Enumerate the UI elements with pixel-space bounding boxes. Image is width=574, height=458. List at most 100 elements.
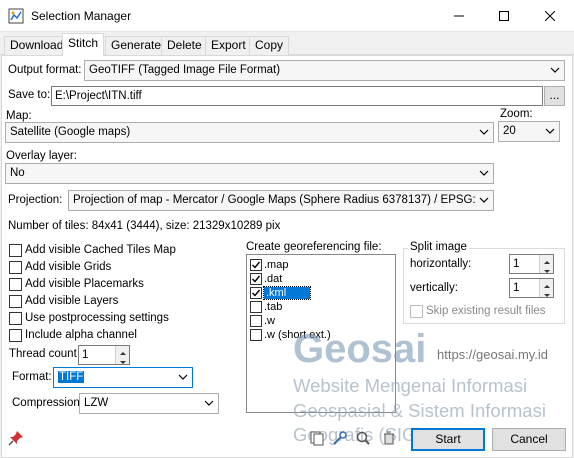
format-select[interactable]: TIFF [53,367,193,388]
maximize-button[interactable] [482,0,526,32]
georef-item-label: .w [264,314,275,327]
title-bar: Selection Manager [0,0,574,32]
zoom-select[interactable]: 20 [498,121,560,142]
browse-button[interactable]: ... [544,86,565,106]
chevron-down-icon [479,197,489,203]
close-button[interactable] [528,0,572,32]
option-label: Include alpha channel [25,329,137,341]
checkbox[interactable] [9,294,22,308]
thread-count-value: 1 [82,349,89,361]
projection-select[interactable]: Projection of map - Mercator / Google Ma… [68,190,494,211]
tab-copy[interactable]: Copy [249,36,290,55]
horizontally-stepper[interactable]: 1 [509,254,554,274]
format-label: Format: [12,371,52,383]
minimize-button[interactable] [437,0,481,32]
map-value: Satellite (Google maps) [10,126,131,138]
checkbox[interactable] [9,311,22,325]
option-grids[interactable]: Add visible Grids [9,259,111,275]
checkbox [410,304,423,318]
option-layers[interactable]: Add visible Layers [9,293,118,309]
projection-label: Projection: [8,194,63,206]
tab-generate[interactable]: Generate [105,36,168,55]
spin-down-button[interactable] [539,264,553,273]
overlay-value: No [10,167,25,179]
trash-icon[interactable] [381,430,397,446]
checkbox[interactable] [9,260,22,274]
georef-item-label: .dat [264,272,283,285]
tiles-info: Number of tiles: 84x41 (3444), size: 213… [8,220,281,232]
georef-item-label: .kml [262,285,312,300]
maximize-icon [499,11,509,21]
tab-stitch[interactable]: Stitch [62,33,105,56]
georef-item-tab[interactable]: .tab [250,300,282,313]
checkbox[interactable] [9,328,22,342]
option-label: Add visible Grids [25,261,112,273]
overlay-label: Overlay layer: [6,150,77,162]
georef-item-dat[interactable]: .dat [250,272,282,285]
spin-up-button[interactable] [115,346,129,355]
overlay-select[interactable]: No [5,163,494,184]
triangle-down-icon [544,294,550,297]
copy-icon[interactable] [309,430,325,446]
checked-checkbox-icon[interactable] [250,272,262,285]
checkbox-icon[interactable] [250,314,262,327]
checkbox-icon[interactable] [250,300,262,313]
spin-up-button[interactable] [539,255,553,264]
output-format-value: GeoTIFF (Tagged Image File Format) [89,64,281,76]
triangle-down-icon [120,361,126,364]
chevron-down-icon [178,374,188,380]
georef-item-label: .tab [264,300,283,313]
compression-value: LZW [84,397,109,409]
minimize-icon [454,15,464,17]
output-format-select[interactable]: GeoTIFF (Tagged Image File Format) [84,60,565,81]
chevron-down-icon [479,129,489,135]
map-select[interactable]: Satellite (Google maps) [5,122,494,143]
pin-icon[interactable] [8,430,24,446]
tab-delete[interactable]: Delete [161,36,208,55]
compression-select[interactable]: LZW [79,393,219,414]
triangle-down-icon [544,270,550,273]
zoom-icon[interactable] [355,430,371,446]
georef-item-w[interactable]: .w [250,314,275,327]
tools-icon[interactable] [332,430,348,446]
watermark-brand: Geosai [293,327,427,371]
option-label: Add visible Placemarks [25,278,144,290]
compression-label: Compression: [12,397,83,409]
tab-download[interactable]: Download [4,36,70,55]
window-title: Selection Manager [31,9,132,23]
vertically-value: 1 [513,282,520,294]
chevron-down-icon [550,67,560,73]
checkbox-icon[interactable] [250,328,262,341]
skip-existing-label: Skip existing result files [426,305,546,317]
save-to-input[interactable]: E:\Project\ITN.tiff [51,86,543,106]
option-postprocessing[interactable]: Use postprocessing settings [9,310,169,326]
format-value: TIFF [58,371,85,383]
checkbox[interactable] [9,243,22,257]
checked-checkbox-icon[interactable] [250,258,262,271]
spin-down-button[interactable] [539,288,553,297]
checked-checkbox-icon[interactable] [250,286,262,299]
georef-item-kml[interactable]: .kml [250,285,312,300]
cancel-button[interactable]: Cancel [492,428,566,451]
map-label: Map: [6,110,32,122]
horizontally-value: 1 [513,258,520,270]
tab-export[interactable]: Export [205,36,252,55]
georef-item-map[interactable]: .map [250,258,288,271]
georef-label: Create georeferencing file: [246,241,382,253]
spin-down-button[interactable] [115,355,129,364]
option-alpha-channel[interactable]: Include alpha channel [9,327,137,343]
thread-count-stepper[interactable]: 1 [78,345,130,365]
spin-up-button[interactable] [539,279,553,288]
option-placemarks[interactable]: Add visible Placemarks [9,276,144,292]
option-cached-tiles-map[interactable]: Add visible Cached Tiles Map [9,242,176,258]
vertically-stepper[interactable]: 1 [509,278,554,298]
start-button[interactable]: Start [411,428,485,451]
app-icon [8,8,24,24]
watermark-line1: Website Mengenai Informasi [293,375,528,396]
save-to-label: Save to: [8,89,51,101]
option-label: Use postprocessing settings [25,312,169,324]
checkbox[interactable] [9,277,22,291]
chevron-down-icon [479,170,489,176]
option-label: Add visible Cached Tiles Map [25,244,176,256]
chevron-down-icon [204,400,214,406]
